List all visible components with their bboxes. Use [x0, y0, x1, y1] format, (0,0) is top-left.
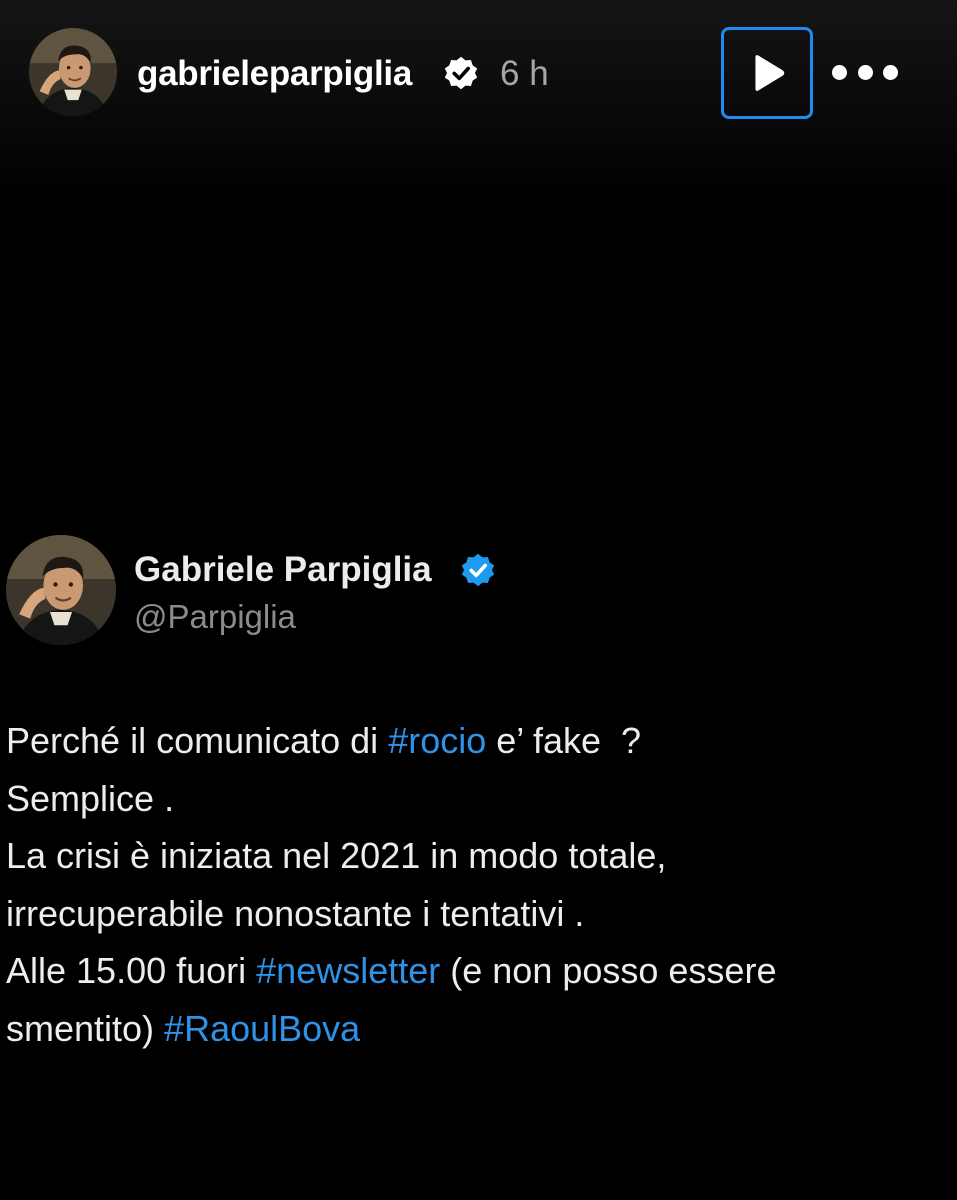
- tweet-text-segment: Alle 15.00 fuori: [6, 950, 257, 991]
- hashtag-link[interactable]: #newsletter: [256, 950, 440, 991]
- verified-badge-icon: [444, 56, 478, 90]
- tweet-author-name: Gabriele Parpiglia: [134, 550, 432, 589]
- verified-badge-icon: [461, 553, 495, 587]
- hashtag-link[interactable]: #RaoulBova: [164, 1008, 360, 1049]
- tweet-text-segment: Perché il comunicato di: [6, 720, 389, 761]
- tweet-text-segment: (e non posso essere: [440, 950, 777, 991]
- hashtag-link[interactable]: #rocio: [388, 720, 486, 761]
- tweet-text-segment: e’ fake ?: [486, 720, 642, 761]
- tweet-line: Perché il comunicato di #rocio e’ fake ?: [6, 712, 951, 770]
- tweet-text-segment: smentito): [6, 1007, 165, 1049]
- tweet-line: Semplice .: [6, 777, 175, 819]
- tweet-avatar: [6, 535, 116, 645]
- more-options-button[interactable]: [832, 52, 898, 92]
- story-timestamp: 6 h: [500, 54, 549, 93]
- tweet-line: La crisi è iniziata nel 2021 in modo tot…: [6, 835, 667, 876]
- play-icon: [755, 55, 785, 91]
- more-options-icon: [883, 64, 898, 80]
- play-button[interactable]: [721, 27, 813, 119]
- tweet-line: irrecuperabile nonostante i tentativi .: [6, 892, 585, 934]
- tweet-author-handle: @Parpiglia: [134, 598, 296, 635]
- story-header: gabrieleparpiglia 6 h: [0, 0, 957, 145]
- tweet-card: Gabriele Parpiglia @Parpiglia Perché il …: [0, 517, 957, 1077]
- profile-photo-icon: [29, 28, 117, 116]
- tweet-line: Alle 15.00 fuori #newsletter (e non poss…: [6, 942, 951, 1000]
- story-avatar[interactable]: [29, 28, 117, 116]
- tweet-text: Perché il comunicato di #rocio e’ fake ?…: [6, 712, 951, 1057]
- tweet-line: smentito) #RaoulBova: [6, 1000, 951, 1058]
- story-username[interactable]: gabrieleparpiglia: [137, 52, 412, 96]
- profile-photo-icon: [6, 535, 116, 645]
- more-options-icon: [832, 64, 847, 80]
- more-options-icon: [857, 64, 873, 80]
